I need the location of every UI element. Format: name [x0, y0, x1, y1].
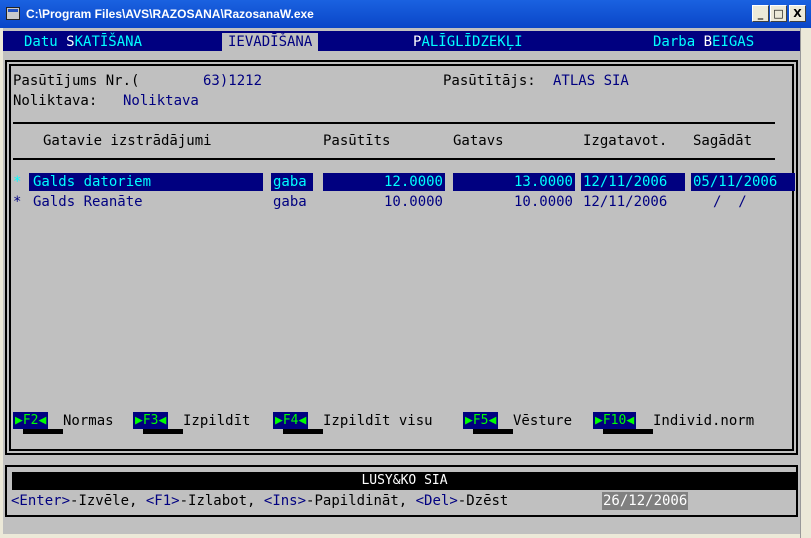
warehouse-value: Noliktava — [123, 93, 199, 109]
menu-datu-skatisana[interactable]: Datu SKATĪŠANA — [24, 33, 142, 51]
row-unit: gaba — [273, 174, 307, 190]
hint-text: -Izlabot, — [179, 493, 264, 509]
f2-label: Normas — [63, 413, 114, 429]
column-header-product: Gatavie izstrādājumi — [43, 133, 212, 149]
hint-key: <Del> — [415, 493, 458, 509]
f5-vesture-button[interactable]: ▶F5◀ Vēsture — [463, 412, 588, 434]
menu-ievadisana[interactable]: IEVADĪŠANA — [222, 33, 319, 51]
row-make-date: 12/11/2006 — [583, 194, 668, 210]
window-edge — [800, 28, 811, 538]
window-title: C:\Program Files\AVS\RAZOSANA\RazosanaW.… — [26, 7, 314, 21]
minimize-button[interactable]: _ — [752, 5, 769, 22]
f4-label: Izpildīt visu — [323, 413, 433, 429]
row-ready: 13.0000 — [513, 174, 573, 190]
menu-text: KATĪŠANA — [74, 34, 143, 50]
hint-key: <F1> — [145, 493, 180, 509]
app-icon — [6, 7, 20, 20]
menu-text: ALĪGLĪDZEKĻI — [421, 34, 523, 50]
key-name: F4 — [282, 413, 299, 428]
f3-label: Izpildīt — [183, 413, 251, 429]
hint-text: -Papildināt, — [306, 493, 416, 509]
f10-key: ▶F10◀ — [593, 412, 637, 429]
window-titlebar: C:\Program Files\AVS\RAZOSANA\RazosanaW.… — [0, 0, 811, 28]
f2-normas-button[interactable]: ▶F2◀ Normas — [13, 412, 123, 434]
customer-label: Pasūtītājs: — [443, 73, 536, 89]
key-shadow — [23, 429, 63, 434]
key-name: F5 — [472, 413, 489, 428]
key-name: F2 — [22, 413, 39, 428]
maximize-button[interactable]: □ — [770, 5, 787, 22]
company-name: LUSY&KO SIA — [12, 472, 797, 490]
row-supply-date: / / — [713, 194, 747, 210]
f5-label: Vēsture — [513, 413, 573, 429]
f3-izpildit-button[interactable]: ▶F3◀ Izpildīt — [133, 412, 268, 434]
menu-paligliedzekli[interactable]: PALĪGLĪDZEKĻI — [413, 33, 523, 51]
f4-key: ▶F4◀ — [273, 412, 309, 429]
close-button[interactable]: X — [789, 5, 806, 22]
f4-izpildit-visu-button[interactable]: ▶F4◀ Izpildīt visu — [273, 412, 458, 434]
row-supply-date: 05/11/2006 — [693, 174, 778, 190]
menu-bar: Datu SKATĪŠANA IEVADĪŠANA PALĪGLĪDZEKĻI … — [3, 31, 800, 51]
row-ordered: 12.0000 — [383, 174, 443, 190]
warehouse-label: Noliktava: — [13, 93, 98, 109]
row-mark: * — [13, 194, 22, 210]
row-unit: gaba — [273, 194, 307, 210]
row-mark: * — [13, 174, 22, 190]
menu-text: Darba — [653, 34, 704, 50]
f10-label: Individ.norm — [653, 413, 755, 429]
menu-darba-beigas[interactable]: Darba BEIGAS — [653, 33, 754, 51]
key-shadow — [283, 429, 323, 434]
menu-text: Datu — [24, 34, 67, 50]
f5-key: ▶F5◀ — [463, 412, 499, 429]
menu-text: IEVADĪŠANA — [228, 34, 313, 50]
key-shadow — [143, 429, 183, 434]
key-hints: <Enter>-Izvēle, <F1>-Izlabot, <Ins>-Papi… — [11, 492, 508, 510]
key-shadow — [473, 429, 513, 434]
column-header-make-date: Izgatavot. — [583, 133, 668, 149]
hint-text: -Izvēle, — [70, 493, 146, 509]
f2-key: ▶F2◀ — [13, 412, 49, 429]
hint-text: -Dzēst — [457, 493, 509, 509]
customer-value: ATLAS SIA — [553, 73, 629, 89]
hint-key: <Ins> — [263, 493, 307, 509]
column-header-ready: Gatavs — [453, 133, 504, 149]
row-ready: 10.0000 — [513, 194, 573, 210]
menu-text: EIGAS — [712, 34, 755, 50]
menu-hotkey: S — [66, 34, 75, 50]
header-divider-top — [13, 122, 775, 124]
column-header-ordered: Pasūtīts — [323, 133, 391, 149]
f3-key: ▶F3◀ — [133, 412, 169, 429]
row-make-date: 12/11/2006 — [583, 174, 668, 190]
order-number-value: 63)1212 — [203, 73, 263, 89]
key-shadow — [603, 429, 653, 434]
key-name: F3 — [142, 413, 159, 428]
hint-key: <Enter> — [11, 493, 71, 509]
f10-individ-norm-button[interactable]: ▶F10◀ Individ.norm — [593, 412, 778, 434]
key-name: F10 — [602, 413, 627, 428]
order-number-label: Pasūtījums Nr.( — [13, 73, 140, 89]
menu-hotkey: B — [703, 34, 713, 50]
row-product-name: Galds datoriem — [33, 174, 152, 190]
row-product-name: Galds Reanāte — [33, 194, 143, 210]
column-header-supply-date: Sagādāt — [693, 133, 753, 149]
row-ordered: 10.0000 — [383, 194, 443, 210]
current-date: 26/12/2006 — [602, 492, 689, 510]
header-divider-bottom — [13, 158, 775, 160]
